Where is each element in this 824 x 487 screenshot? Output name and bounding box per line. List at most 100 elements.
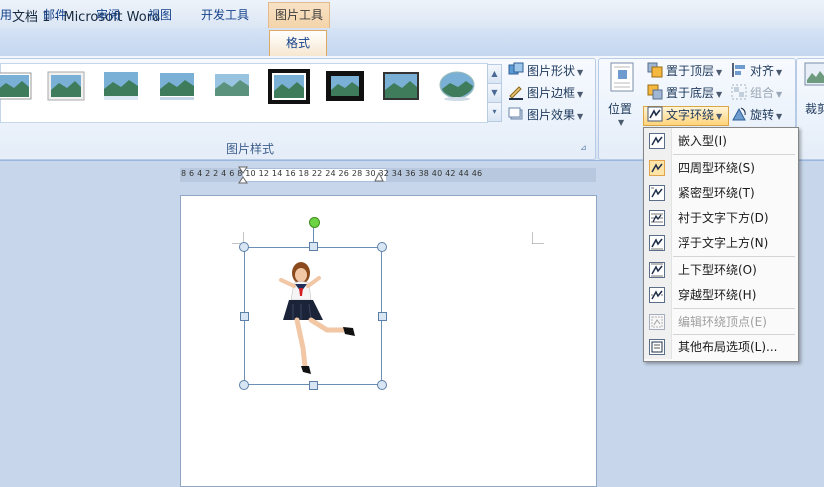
picture-style-thumb[interactable]: [268, 69, 310, 104]
resize-handle-bottom[interactable]: [309, 381, 318, 390]
align-button[interactable]: 对齐 ▼: [731, 61, 782, 81]
through-wrap-icon: [649, 287, 665, 303]
picture-effects-icon: [508, 106, 524, 122]
crop-label: 裁剪: [805, 102, 824, 116]
menu-separator: [673, 308, 795, 309]
menu-item-label: 浮于文字上方(N): [678, 236, 769, 250]
picture-style-thumb[interactable]: [102, 70, 140, 102]
resize-handle-left[interactable]: [240, 312, 249, 321]
text-wrapping-label: 文字环绕: [666, 108, 715, 122]
send-to-back-button[interactable]: 置于底层 ▼: [647, 83, 722, 103]
rotate-button[interactable]: 旋转 ▼: [731, 105, 782, 125]
menu-item-in-front-of-text[interactable]: 浮于文字上方(N): [646, 232, 796, 254]
text-wrapping-button-content[interactable]: 文字环绕 ▼: [647, 105, 722, 125]
menu-item-label: 上下型环绕(O): [678, 263, 757, 277]
position-label: 位置: [608, 102, 633, 116]
gallery-scroll-down-button[interactable]: ▼: [487, 83, 502, 103]
crop-icon: [804, 62, 824, 86]
picture-style-thumb[interactable]: [158, 70, 196, 102]
tab-format[interactable]: 格式: [269, 30, 327, 57]
edit-wrap-points-icon: [649, 314, 665, 330]
menu-item-inline[interactable]: 嵌入型(I): [646, 130, 796, 152]
inline-wrap-icon: [649, 133, 665, 149]
send-to-back-label: 置于底层: [666, 86, 715, 100]
page-corner-mark: [532, 232, 544, 244]
bring-to-front-icon: [647, 62, 663, 78]
picture-styles-group-label: 图片样式: [225, 142, 274, 156]
tab-developer[interactable]: 开发工具: [201, 5, 249, 27]
in-front-of-text-icon: [649, 235, 665, 251]
gallery-more-button[interactable]: ▾: [487, 102, 502, 122]
resize-handle-right[interactable]: [378, 312, 387, 321]
menu-separator: [673, 256, 795, 257]
person-photo: [279, 262, 355, 374]
group-icon: [731, 84, 747, 100]
square-wrap-icon: [649, 160, 665, 176]
window-title: 文档 1 - Microsoft Word: [12, 10, 161, 25]
menu-item-behind-text[interactable]: 衬于文字下方(D): [646, 207, 796, 229]
tab-references[interactable]: 用: [0, 5, 12, 27]
text-wrapping-icon: [647, 106, 663, 122]
menu-item-square[interactable]: 四周型环绕(S): [646, 157, 796, 179]
picture-style-thumb[interactable]: [213, 70, 251, 102]
picture-shape-label: 图片形状: [527, 64, 576, 78]
resize-handle-top[interactable]: [309, 242, 318, 251]
tab-review[interactable]: 审阅: [96, 5, 120, 27]
menu-item-tight[interactable]: 紧密型环绕(T): [646, 182, 796, 204]
menu-item-label: 嵌入型(I): [678, 134, 727, 148]
picture-style-thumb[interactable]: [0, 70, 32, 102]
picture-effects-label: 图片效果: [527, 108, 576, 122]
right-indent-marker[interactable]: [374, 172, 384, 182]
menu-item-more-layout-options[interactable]: 其他布局选项(L)...: [646, 336, 796, 358]
picture-border-button[interactable]: 图片边框 ▼: [508, 83, 583, 103]
rotate-handle[interactable]: [309, 217, 320, 228]
bring-to-front-label: 置于顶层: [666, 64, 715, 78]
picture-tools-context-label: 图片工具: [268, 2, 330, 29]
picture-styles-dialog-launcher-icon[interactable]: ⊿: [580, 143, 589, 152]
menu-separator: [673, 154, 795, 155]
align-icon: [731, 62, 747, 78]
menu-separator: [673, 334, 795, 335]
selected-picture[interactable]: [244, 247, 382, 385]
rotate-icon: [731, 106, 747, 122]
resize-handle-top-left[interactable]: [239, 242, 249, 252]
resize-handle-top-right[interactable]: [377, 242, 387, 252]
resize-handle-bottom-left[interactable]: [239, 380, 249, 390]
menu-item-label: 穿越型环绕(H): [678, 288, 757, 302]
menu-item-edit-wrap-points[interactable]: 编辑环绕顶点(E): [646, 311, 796, 333]
picture-border-label: 图片边框: [527, 86, 576, 100]
picture-style-thumb[interactable]: [382, 70, 420, 102]
picture-shape-button[interactable]: 图片形状 ▼: [508, 61, 583, 81]
tab-view[interactable]: 视图: [148, 5, 172, 27]
resize-handle-bottom-right[interactable]: [377, 380, 387, 390]
picture-style-thumb[interactable]: [438, 70, 476, 102]
menu-item-label: 编辑环绕顶点(E): [678, 315, 767, 329]
first-line-indent-marker[interactable]: [238, 166, 248, 184]
send-to-back-icon: [647, 84, 663, 100]
behind-text-icon: [649, 210, 665, 226]
menu-item-label: 紧密型环绕(T): [678, 186, 755, 200]
menu-item-top-bottom[interactable]: 上下型环绕(O): [646, 259, 796, 281]
align-label: 对齐: [750, 64, 775, 78]
position-icon: [610, 62, 634, 92]
menu-item-label: 衬于文字下方(D): [678, 211, 769, 225]
menu-item-through[interactable]: 穿越型环绕(H): [646, 284, 796, 306]
crop-button[interactable]: 裁剪: [802, 62, 824, 116]
menu-item-label: 其他布局选项(L)...: [678, 340, 778, 354]
rotate-label: 旋转: [750, 108, 775, 122]
ruler-numbers: 8 6 4 2 2 4 6 8 10 12 14 16 18 22 24 26 …: [181, 169, 483, 178]
picture-shape-icon: [508, 62, 524, 78]
tab-mailings[interactable]: 邮件: [43, 5, 67, 27]
bring-to-front-button[interactable]: 置于顶层 ▼: [647, 61, 722, 81]
picture-style-thumb[interactable]: [326, 70, 364, 102]
position-button[interactable]: 位置 ▼: [606, 62, 638, 132]
menu-item-label: 四周型环绕(S): [678, 161, 755, 175]
more-layout-options-icon: [649, 339, 665, 355]
picture-style-thumb[interactable]: [47, 70, 85, 102]
gallery-scroll-up-button[interactable]: ▲: [487, 64, 502, 84]
picture-effects-button[interactable]: 图片效果 ▼: [508, 105, 583, 125]
tight-wrap-icon: [649, 185, 665, 201]
group-button[interactable]: 组合 ▼: [731, 83, 782, 103]
picture-border-icon: [508, 84, 524, 100]
ribbon-tab-row: [0, 28, 824, 57]
